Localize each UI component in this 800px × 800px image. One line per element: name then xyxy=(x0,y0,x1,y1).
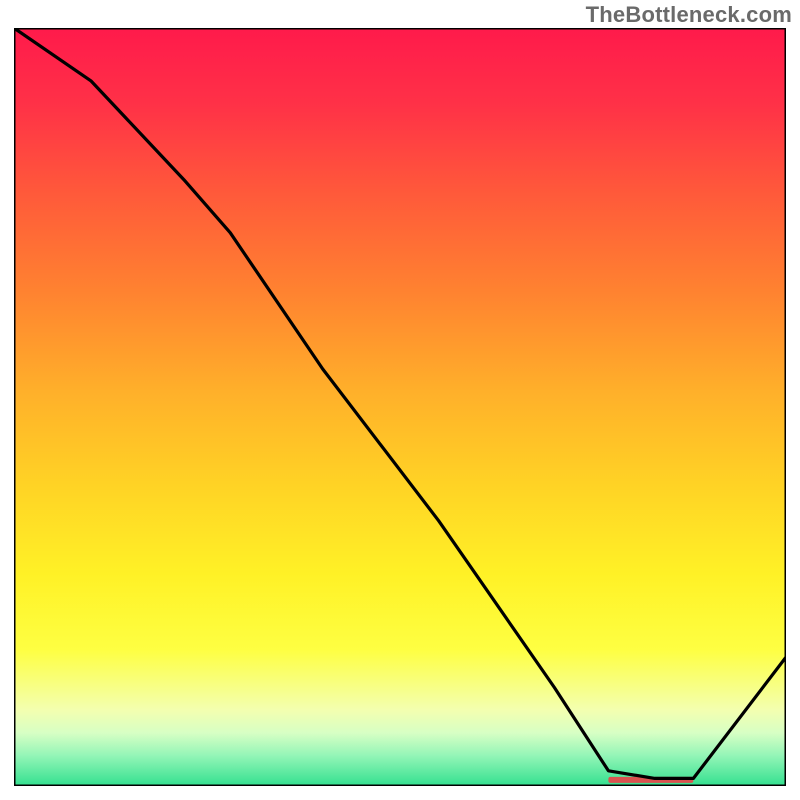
bottleneck-chart xyxy=(14,28,786,786)
chart-frame: TheBottleneck.com xyxy=(0,0,800,800)
watermark-text: TheBottleneck.com xyxy=(586,2,792,28)
plot-area xyxy=(14,28,786,786)
gradient-background xyxy=(14,28,786,786)
